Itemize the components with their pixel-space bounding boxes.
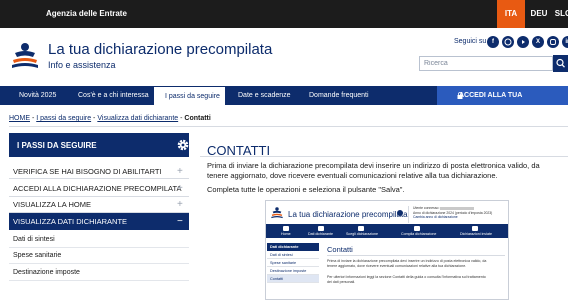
instagram-icon[interactable] bbox=[547, 36, 559, 48]
access-label: ACCEDI ALLA TUA PRECOMPILATA bbox=[459, 92, 522, 118]
agenzia-logo-icon bbox=[271, 207, 283, 219]
search-icon bbox=[556, 58, 565, 68]
nav-passi[interactable]: I passi da seguire bbox=[154, 86, 225, 105]
site-subtitle: Info e assistenza bbox=[48, 60, 116, 70]
agenzia-logo-icon[interactable] bbox=[9, 40, 41, 70]
sidebar-item-dati-dichiarante[interactable]: VISUALIZZA DATI DICHIARANTE − bbox=[9, 213, 189, 230]
info-icon bbox=[397, 210, 403, 216]
expand-icon[interactable]: + bbox=[177, 180, 183, 197]
search-input[interactable] bbox=[419, 56, 553, 71]
preview-sidebar-item: Destinazione imposte bbox=[267, 267, 319, 275]
nav-cose[interactable]: Cos'è e a chi interessa bbox=[78, 86, 149, 105]
divider bbox=[9, 126, 568, 127]
preview-nav: Home Dati dichiarante Scegli dichiarazio… bbox=[266, 224, 508, 238]
preview-title: La tua dichiarazione precompilata bbox=[288, 210, 408, 219]
id-card-icon bbox=[318, 226, 324, 231]
lang-ita[interactable]: ITA bbox=[497, 0, 525, 28]
breadcrumb-passi[interactable]: I passi da seguire bbox=[36, 115, 91, 122]
breadcrumb: HOME - I passi da seguire - Visualizza d… bbox=[9, 115, 211, 122]
preview-sidebar: Dati dichiarante Dati di sintesi Spese s… bbox=[267, 243, 319, 283]
nav-faq[interactable]: Domande frequenti bbox=[309, 86, 369, 105]
breadcrumb-home[interactable]: HOME bbox=[9, 115, 30, 122]
facebook-icon[interactable]: f bbox=[487, 36, 499, 48]
preview-sidebar-item-active: Contatti bbox=[267, 275, 319, 283]
sidebar-item-accedi[interactable]: ACCEDI ALLA DICHIARAZIONE PRECOMPILATA + bbox=[9, 180, 189, 197]
document-icon bbox=[358, 226, 364, 231]
sidebar-title: I PASSI DA SEGUIRE bbox=[17, 141, 97, 150]
expand-icon[interactable]: + bbox=[177, 197, 183, 213]
sidebar-item-home[interactable]: VISUALIZZA LA HOME + bbox=[9, 197, 189, 213]
site-header: La tua dichiarazione precompilata Info e… bbox=[0, 28, 568, 86]
main-nav: Novità 2025 Cos'è e a chi interessa I pa… bbox=[0, 86, 568, 118]
nav-date[interactable]: Date e scadenze bbox=[238, 86, 291, 105]
divider bbox=[200, 156, 568, 157]
whatsapp-icon[interactable] bbox=[502, 36, 514, 48]
preview-nav-compila: Compila dichiarazione bbox=[401, 232, 437, 236]
access-precompilata-button[interactable]: ACCEDI ALLA TUA PRECOMPILATA bbox=[437, 86, 568, 118]
preview-nav-dati: Dati dichiarante bbox=[308, 232, 333, 236]
redacted-name bbox=[440, 206, 475, 210]
service-screenshot: La tua dichiarazione precompilata Utente… bbox=[265, 200, 509, 300]
preview-content-paragraph: Per ulteriori informazioni leggi la sezi… bbox=[327, 275, 486, 284]
search-button[interactable] bbox=[553, 55, 568, 72]
sidebar-item-label: ACCEDI ALLA DICHIARAZIONE PRECOMPILATA bbox=[13, 184, 182, 193]
linkedin-icon[interactable]: in bbox=[562, 36, 568, 48]
sidebar-item-label: VERIFICA SE HAI BISOGNO DI ABILITARTI bbox=[13, 167, 162, 176]
preview-nav-inviate: Dichiarazioni inviate bbox=[460, 232, 492, 236]
nav-novita[interactable]: Novità 2025 bbox=[19, 86, 56, 105]
send-icon bbox=[472, 226, 478, 231]
preview-sidebar-heading: Dati dichiarante bbox=[267, 243, 319, 251]
preview-user-label: Utente connesso: bbox=[413, 206, 440, 210]
preview-change-year: Cambia anno di dichiarazione bbox=[413, 215, 458, 220]
preview-user-box: Utente connesso: Anno di dichiarazione 2… bbox=[408, 206, 506, 223]
follow-label: Seguici su bbox=[454, 38, 487, 45]
sidebar-item-verifica[interactable]: VERIFICA SE HAI BISOGNO DI ABILITARTI + bbox=[9, 164, 189, 179]
preview-content-title: Contatti bbox=[327, 245, 353, 254]
sidebar-subitem-destinazione[interactable]: Destinazione imposte bbox=[9, 264, 189, 281]
content-paragraph: Completa tutte le operazioni e seleziona… bbox=[207, 185, 405, 194]
sidebar-item-label: VISUALIZZA DATI DICHIARANTE bbox=[13, 217, 128, 226]
gear-icon[interactable] bbox=[176, 138, 190, 152]
expand-icon[interactable]: + bbox=[177, 164, 183, 179]
sidebar-subitem-spese[interactable]: Spese sanitarie bbox=[9, 248, 189, 264]
youtube-icon[interactable] bbox=[517, 36, 529, 48]
sidebar-item-label: VISUALIZZA LA HOME bbox=[13, 200, 91, 209]
preview-nav-home: Home bbox=[281, 232, 291, 236]
edit-icon bbox=[414, 226, 420, 231]
preview-nav-scegli: Scegli dichiarazione bbox=[346, 232, 378, 236]
preview-sidebar-item: Spese sanitarie bbox=[267, 259, 319, 267]
collapse-icon[interactable]: − bbox=[177, 213, 183, 230]
breadcrumb-dati[interactable]: Visualizza dati dichiarante bbox=[97, 115, 178, 122]
home-icon bbox=[283, 226, 289, 231]
x-icon[interactable]: X bbox=[532, 36, 544, 48]
agency-name[interactable]: Agenzia delle Entrate bbox=[46, 9, 127, 18]
preview-sidebar-item: Dati di sintesi bbox=[267, 251, 319, 259]
lang-slo[interactable]: SLO bbox=[549, 0, 568, 28]
top-bar: Agenzia delle Entrate ITA DEU SLO bbox=[0, 0, 568, 28]
divider bbox=[327, 255, 505, 256]
sidebar-heading: I PASSI DA SEGUIRE bbox=[9, 133, 189, 157]
lock-icon bbox=[457, 92, 463, 99]
content-paragraph: Prima di inviare la dichiarazione precom… bbox=[207, 161, 540, 180]
preview-content-paragraph: Prima di inviare la dichiarazione precom… bbox=[327, 259, 487, 268]
sidebar-subitem-sintesi[interactable]: Dati di sintesi bbox=[9, 231, 189, 248]
site-title[interactable]: La tua dichiarazione precompilata bbox=[48, 41, 272, 58]
breadcrumb-current: Contatti bbox=[184, 115, 211, 122]
